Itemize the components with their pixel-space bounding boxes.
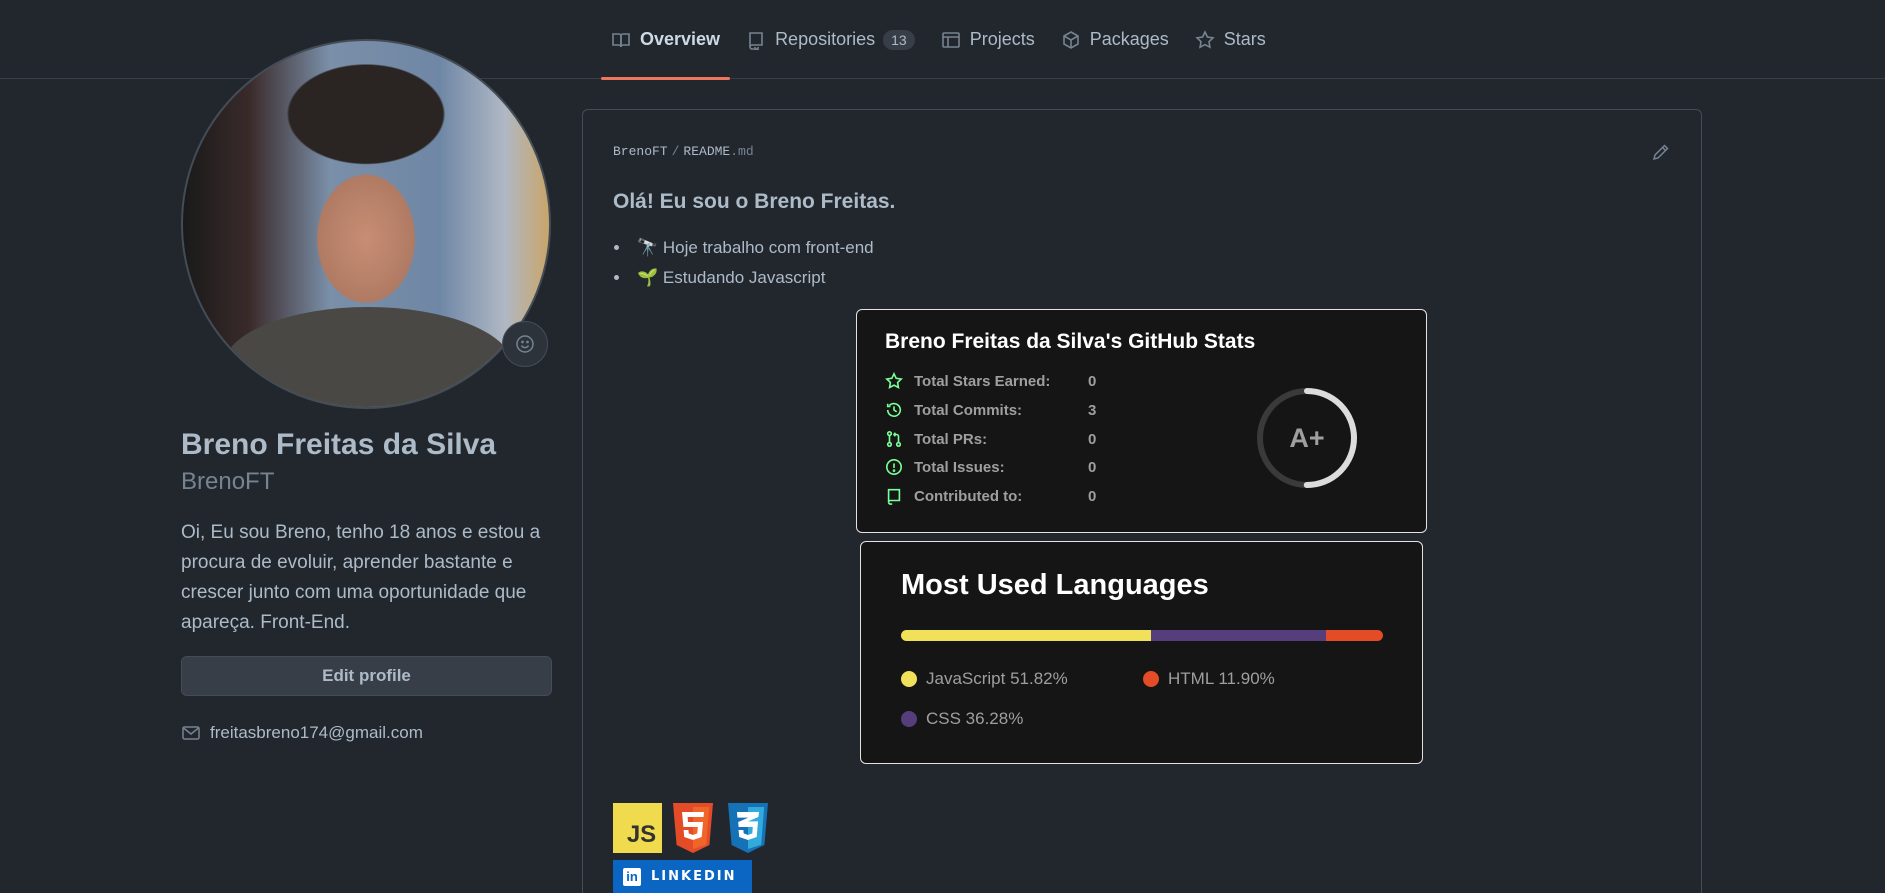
pencil-icon (1652, 144, 1669, 161)
stat-value: 0 (1088, 458, 1097, 476)
language-item-css: CSS 36.28% (901, 709, 1023, 729)
grade-label: A+ (1289, 422, 1325, 453)
set-status-button[interactable] (502, 321, 548, 367)
list-item: 🔭 Hoje trabalho com front-end (631, 233, 874, 263)
repo-icon (887, 488, 901, 505)
languages-bar-segment (1150, 630, 1326, 641)
stat-value: 3 (1088, 401, 1097, 419)
css3-shield (727, 803, 768, 853)
mail-icon (182, 726, 200, 740)
language-color-dot (901, 711, 917, 727)
tech-badges: JS (613, 803, 778, 853)
tab-repositories[interactable]: Repositories 13 (736, 0, 925, 79)
language-item-javascript: JavaScript 51.82% (901, 669, 1068, 689)
avatar-shirt (223, 307, 513, 407)
javascript-logo: JS (613, 803, 662, 853)
language-label: JavaScript 51.82% (926, 669, 1068, 688)
profile-full-name: Breno Freitas da Silva (181, 428, 497, 461)
profile-email[interactable]: freitasbreno174@gmail.com (181, 723, 423, 743)
star-icon (1195, 29, 1215, 49)
avatar[interactable] (181, 39, 551, 409)
languages-bar-segment (1325, 630, 1383, 641)
edit-profile-button[interactable]: Edit profile (181, 656, 552, 696)
stats-card-title: Breno Freitas da Silva's GitHub Stats (885, 330, 1256, 353)
smiley-icon (516, 335, 534, 353)
stat-label: Total PRs: (914, 430, 988, 448)
tab-projects-label: Projects (969, 29, 1035, 49)
github-stats-card: Breno Freitas da Silva's GitHub Stats To… (856, 309, 1427, 533)
tab-list: Overview Repositories 13 Projects Packag… (601, 0, 1282, 80)
stat-label: Contributed to: (914, 487, 1023, 505)
edit-readme-button[interactable] (1651, 142, 1671, 162)
repo-icon (749, 31, 763, 50)
css3-icon (723, 803, 772, 853)
language-label: HTML 11.90% (1168, 669, 1275, 688)
stat-value: 0 (1088, 487, 1097, 505)
language-color-dot (901, 671, 917, 687)
tab-stars[interactable]: Stars (1185, 0, 1276, 79)
history-icon (886, 402, 902, 418)
tab-packages-label: Packages (1089, 29, 1169, 49)
stat-row-prs: Total PRs: 0 (885, 428, 1096, 450)
tab-overview[interactable]: Overview (601, 0, 731, 80)
stat-label: Total Issues: (914, 458, 1005, 476)
list-item: 🌱 Estudando Javascript (631, 263, 874, 293)
language-color-dot (1143, 671, 1159, 687)
readme-path: BrenoFT / README.md (613, 144, 754, 159)
languages-bar-segment (901, 630, 1151, 641)
stat-value: 0 (1088, 372, 1097, 390)
stat-label: Total Stars Earned: (914, 372, 1051, 390)
profile-username: BrenoFT (181, 468, 275, 495)
readme-extension: .md (730, 144, 754, 159)
js-logo-text: JS (626, 821, 657, 848)
package-icon (1062, 30, 1079, 49)
stat-row-contributed: Contributed to: 0 (885, 485, 1096, 507)
readme-filename[interactable]: README (683, 144, 730, 159)
book-icon (612, 32, 630, 47)
language-label: CSS 36.28% (926, 709, 1024, 728)
repositories-count-badge: 13 (883, 29, 915, 50)
stat-label: Total Commits: (914, 401, 1023, 419)
tab-packages[interactable]: Packages (1051, 0, 1179, 79)
language-item-html: HTML 11.90% (1143, 669, 1275, 689)
languages-progress-bar (901, 630, 1383, 641)
star-icon (885, 372, 903, 389)
tab-overview-label: Overview (640, 29, 721, 49)
stat-row-issues: Total Issues: 0 (885, 456, 1096, 478)
issue-icon (885, 458, 903, 476)
html5-icon (668, 803, 717, 853)
stat-row-stars: Total Stars Earned: 0 (885, 370, 1096, 392)
pull-request-icon (886, 430, 902, 448)
most-used-languages-card: Most Used Languages JavaScript 51.82% HT… (860, 541, 1423, 764)
stat-value: 0 (1088, 430, 1097, 448)
languages-card-title: Most Used Languages (901, 569, 1209, 601)
linkedin-badge[interactable]: in LINKEDIN (613, 860, 752, 893)
tab-projects[interactable]: Projects (931, 0, 1045, 79)
stat-row-commits: Total Commits: 3 (885, 399, 1096, 421)
grade-ring: A+ (1255, 386, 1359, 490)
html5-shield (672, 803, 713, 853)
profile-bio: Oi, Eu sou Breno, tenho 18 anos e estou … (181, 522, 541, 633)
tab-repositories-label: Repositories (775, 29, 876, 49)
path-separator: / (671, 144, 680, 159)
linkedin-icon: in (623, 867, 641, 886)
email-link[interactable]: freitasbreno174@gmail.com (210, 723, 423, 743)
readme-heading: Olá! Eu sou o Breno Freitas. (613, 190, 896, 213)
table-icon (941, 31, 960, 48)
linkedin-label: LINKEDIN (651, 869, 737, 884)
tab-stars-label: Stars (1223, 29, 1266, 49)
readme-bullet-list: 🔭 Hoje trabalho com front-end 🌱 Estudand… (631, 233, 874, 293)
readme-owner[interactable]: BrenoFT (613, 144, 668, 159)
